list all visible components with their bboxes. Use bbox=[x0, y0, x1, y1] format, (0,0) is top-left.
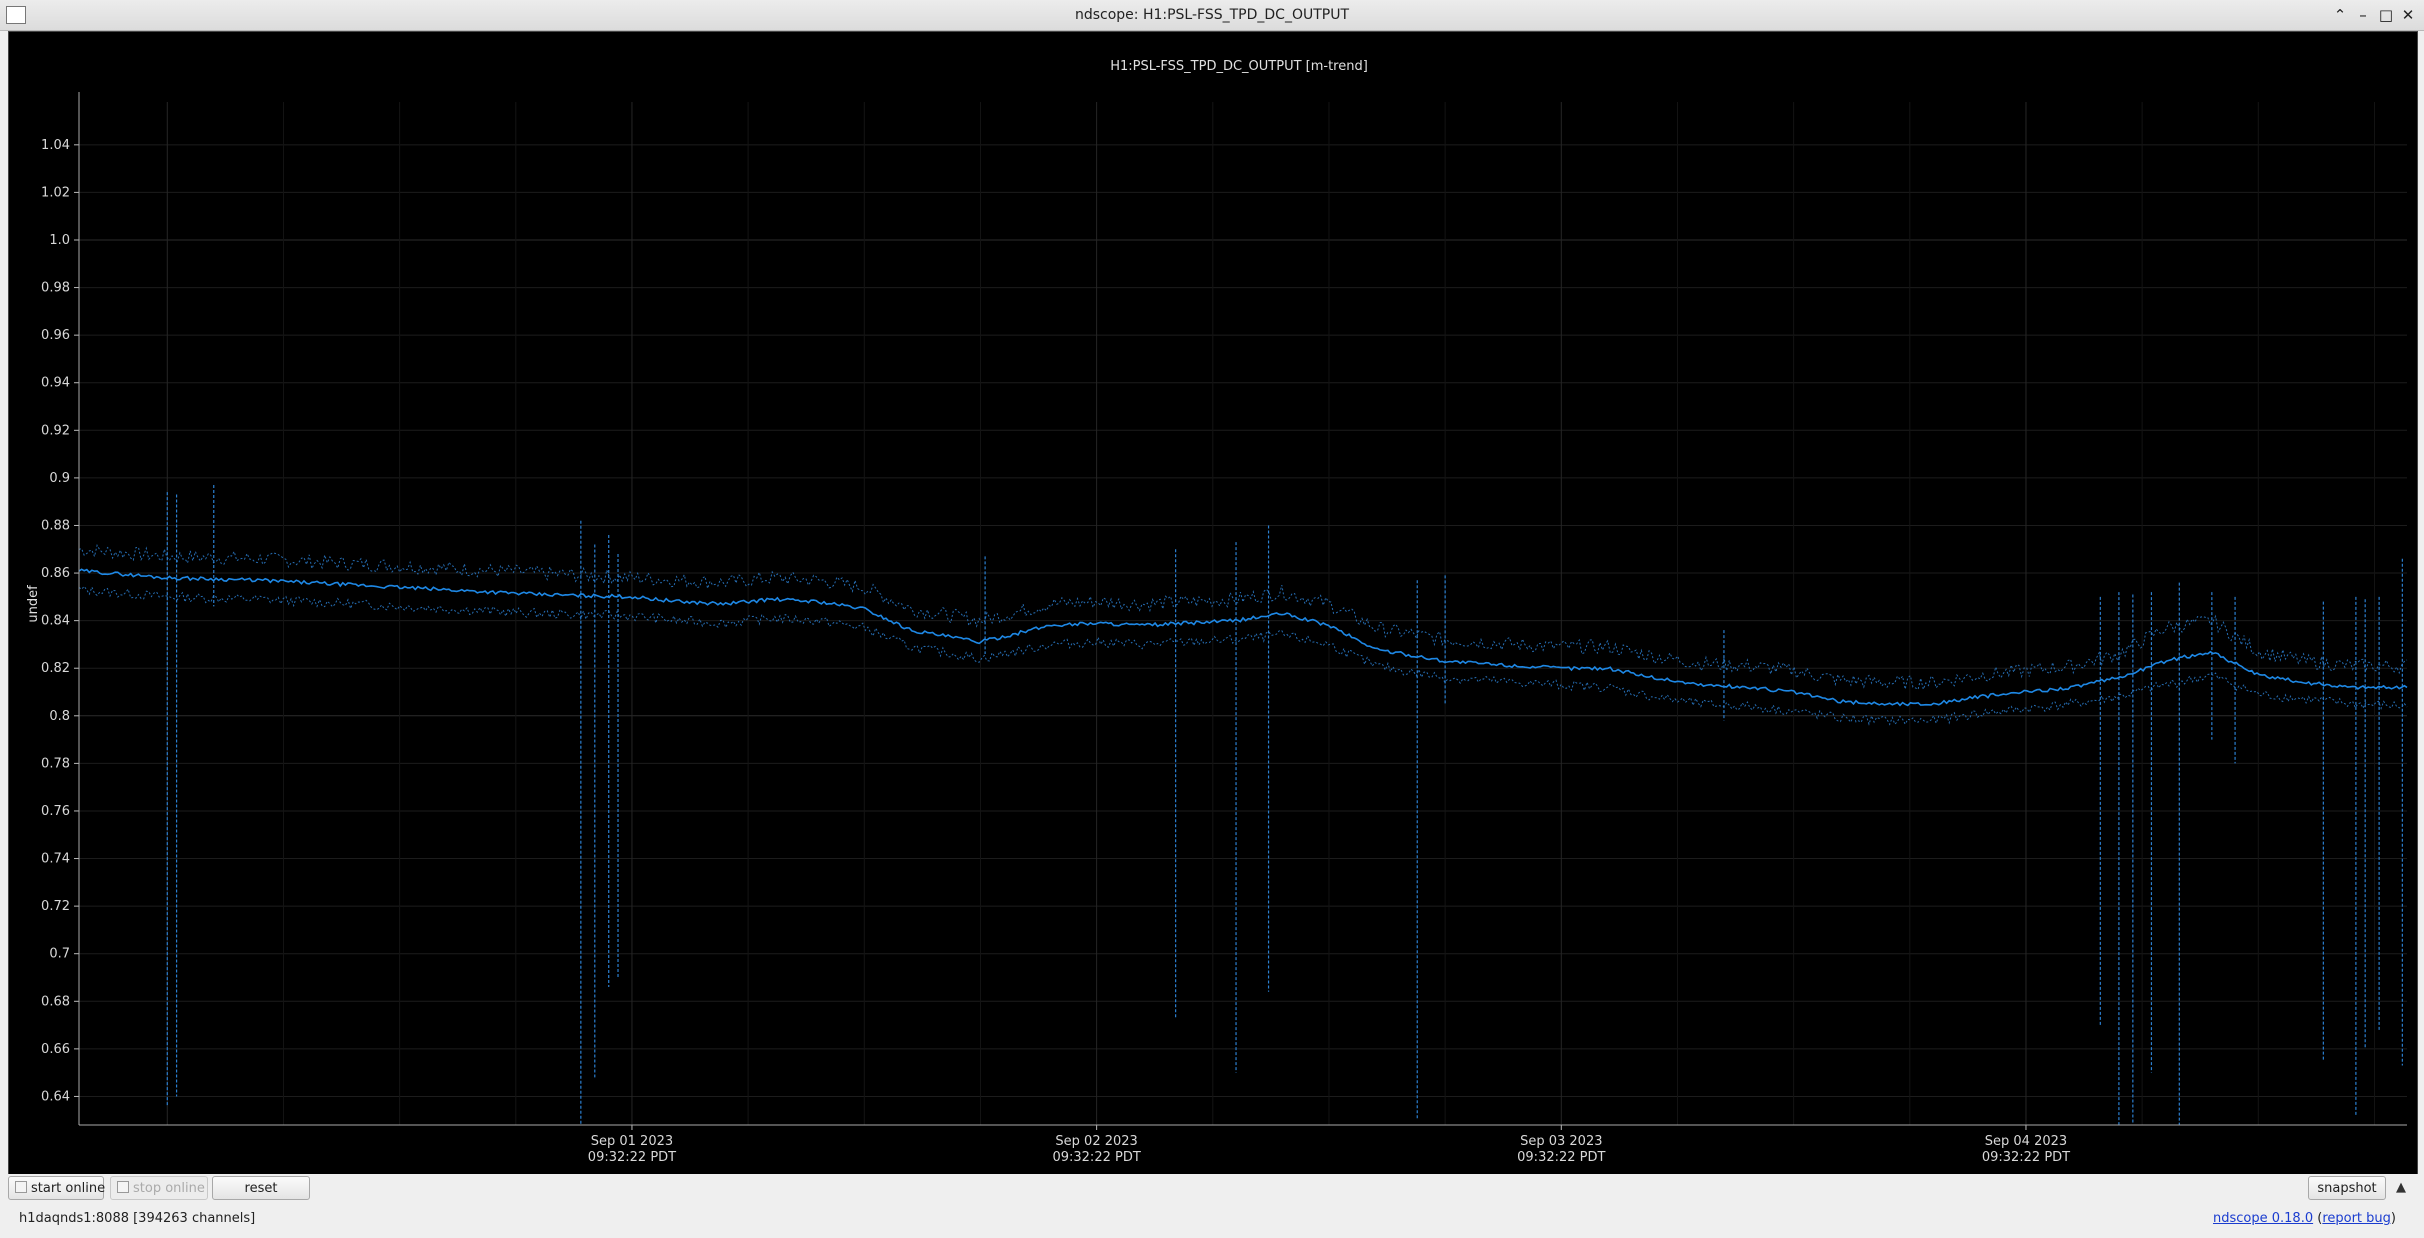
y-tick-label: 1.04 bbox=[41, 138, 70, 153]
close-icon[interactable]: ✕ bbox=[2398, 5, 2418, 25]
glitch-spikes bbox=[166, 485, 2403, 1125]
bottom-bar bbox=[0, 1174, 2424, 1238]
trend-chart[interactable]: 0.64 0.66 0.68 0.7 0.72 0.74 0.76 0.78 0.8 0.82 0.… bbox=[9, 32, 2417, 1174]
reset-button[interactable]: reset bbox=[212, 1176, 310, 1200]
stop-icon bbox=[117, 1181, 129, 1193]
y-tick-label: 0.72 bbox=[41, 899, 70, 914]
play-icon bbox=[15, 1181, 27, 1193]
y-axis-label: undef bbox=[26, 585, 41, 623]
stop-online-label: stop online bbox=[133, 1181, 205, 1196]
nds-server-status: h1daqnds1:8088 [394263 channels] bbox=[19, 1211, 256, 1226]
x-tick-time: 09:32:22 PDT bbox=[588, 1150, 676, 1165]
x-tick-time: 09:32:22 PDT bbox=[1517, 1150, 1605, 1165]
y-tick-label: 0.98 bbox=[41, 281, 70, 296]
y-tick-label: 0.64 bbox=[41, 1089, 70, 1104]
chart-title: H1:PSL-FSS_TPD_DC_OUTPUT [m-trend] bbox=[1110, 59, 1368, 74]
start-online-label: start online bbox=[31, 1181, 106, 1196]
y-tick-label: 0.76 bbox=[41, 804, 70, 819]
snapshot-label: snapshot bbox=[2317, 1181, 2377, 1196]
maximize-icon[interactable]: □ bbox=[2376, 5, 2396, 25]
version-info: ndscope 0.18.0 (report bug) bbox=[2213, 1211, 2396, 1226]
minimize-icon[interactable]: – bbox=[2353, 5, 2373, 25]
y-tick-label: 0.94 bbox=[41, 376, 70, 391]
x-tick-date: Sep 04 2023 bbox=[1985, 1134, 2067, 1149]
y-tick-label: 0.8 bbox=[49, 709, 70, 724]
plot-area[interactable]: 0.64 0.66 0.68 0.7 0.72 0.74 0.76 0.78 0.8 0.82 0.… bbox=[8, 31, 2418, 1175]
y-tick-label: 0.88 bbox=[41, 518, 70, 533]
y-tick-label: 1.0 bbox=[49, 233, 70, 248]
x-tick-time: 09:32:22 PDT bbox=[1052, 1150, 1140, 1165]
y-tick-label: 0.66 bbox=[41, 1042, 70, 1057]
reset-label: reset bbox=[244, 1181, 278, 1196]
series-group bbox=[78, 543, 2408, 726]
y-tick-label: 1.02 bbox=[41, 185, 70, 200]
paren-open: ( bbox=[2313, 1211, 2323, 1226]
collapse-panel-button[interactable]: ▲ bbox=[2390, 1177, 2412, 1199]
axes: 0.64 0.66 0.68 0.7 0.72 0.74 0.76 0.78 0.8 0.82 0.… bbox=[41, 92, 2407, 1165]
window-titlebar[interactable]: ndscope: H1:PSL-FSS_TPD_DC_OUTPUT ⌃ – □ … bbox=[0, 0, 2424, 31]
y-tick-label: 0.78 bbox=[41, 756, 70, 771]
series-mean-line bbox=[78, 568, 2408, 707]
y-tick-label: 0.7 bbox=[49, 947, 70, 962]
version-link[interactable]: ndscope 0.18.0 bbox=[2213, 1211, 2313, 1226]
report-bug-link[interactable]: report bug bbox=[2322, 1211, 2391, 1226]
chevron-up-icon[interactable]: ⌃ bbox=[2330, 5, 2350, 25]
x-tick-date: Sep 02 2023 bbox=[1055, 1134, 1137, 1149]
window-title: ndscope: H1:PSL-FSS_TPD_DC_OUTPUT bbox=[1074, 7, 1350, 23]
y-tick-label: 0.9 bbox=[49, 471, 70, 486]
grid bbox=[79, 102, 2407, 1125]
y-tick-label: 0.96 bbox=[41, 328, 70, 343]
y-tick-label: 0.84 bbox=[41, 614, 70, 629]
y-tick-label: 0.68 bbox=[41, 994, 70, 1009]
snapshot-button[interactable]: snapshot bbox=[2308, 1176, 2386, 1200]
y-tick-label: 0.92 bbox=[41, 423, 70, 438]
start-online-button[interactable]: start online bbox=[8, 1176, 106, 1200]
paren-close: ) bbox=[2390, 1211, 2396, 1226]
stop-online-button[interactable]: stop online bbox=[110, 1176, 208, 1200]
series-min-line bbox=[78, 585, 2408, 726]
x-tick-date: Sep 01 2023 bbox=[591, 1134, 673, 1149]
y-tick-label: 0.82 bbox=[41, 661, 70, 676]
y-tick-label: 0.86 bbox=[41, 566, 70, 581]
y-tick-label: 0.74 bbox=[41, 852, 70, 867]
x-tick-time: 09:32:22 PDT bbox=[1982, 1150, 2070, 1165]
x-tick-date: Sep 03 2023 bbox=[1520, 1134, 1602, 1149]
